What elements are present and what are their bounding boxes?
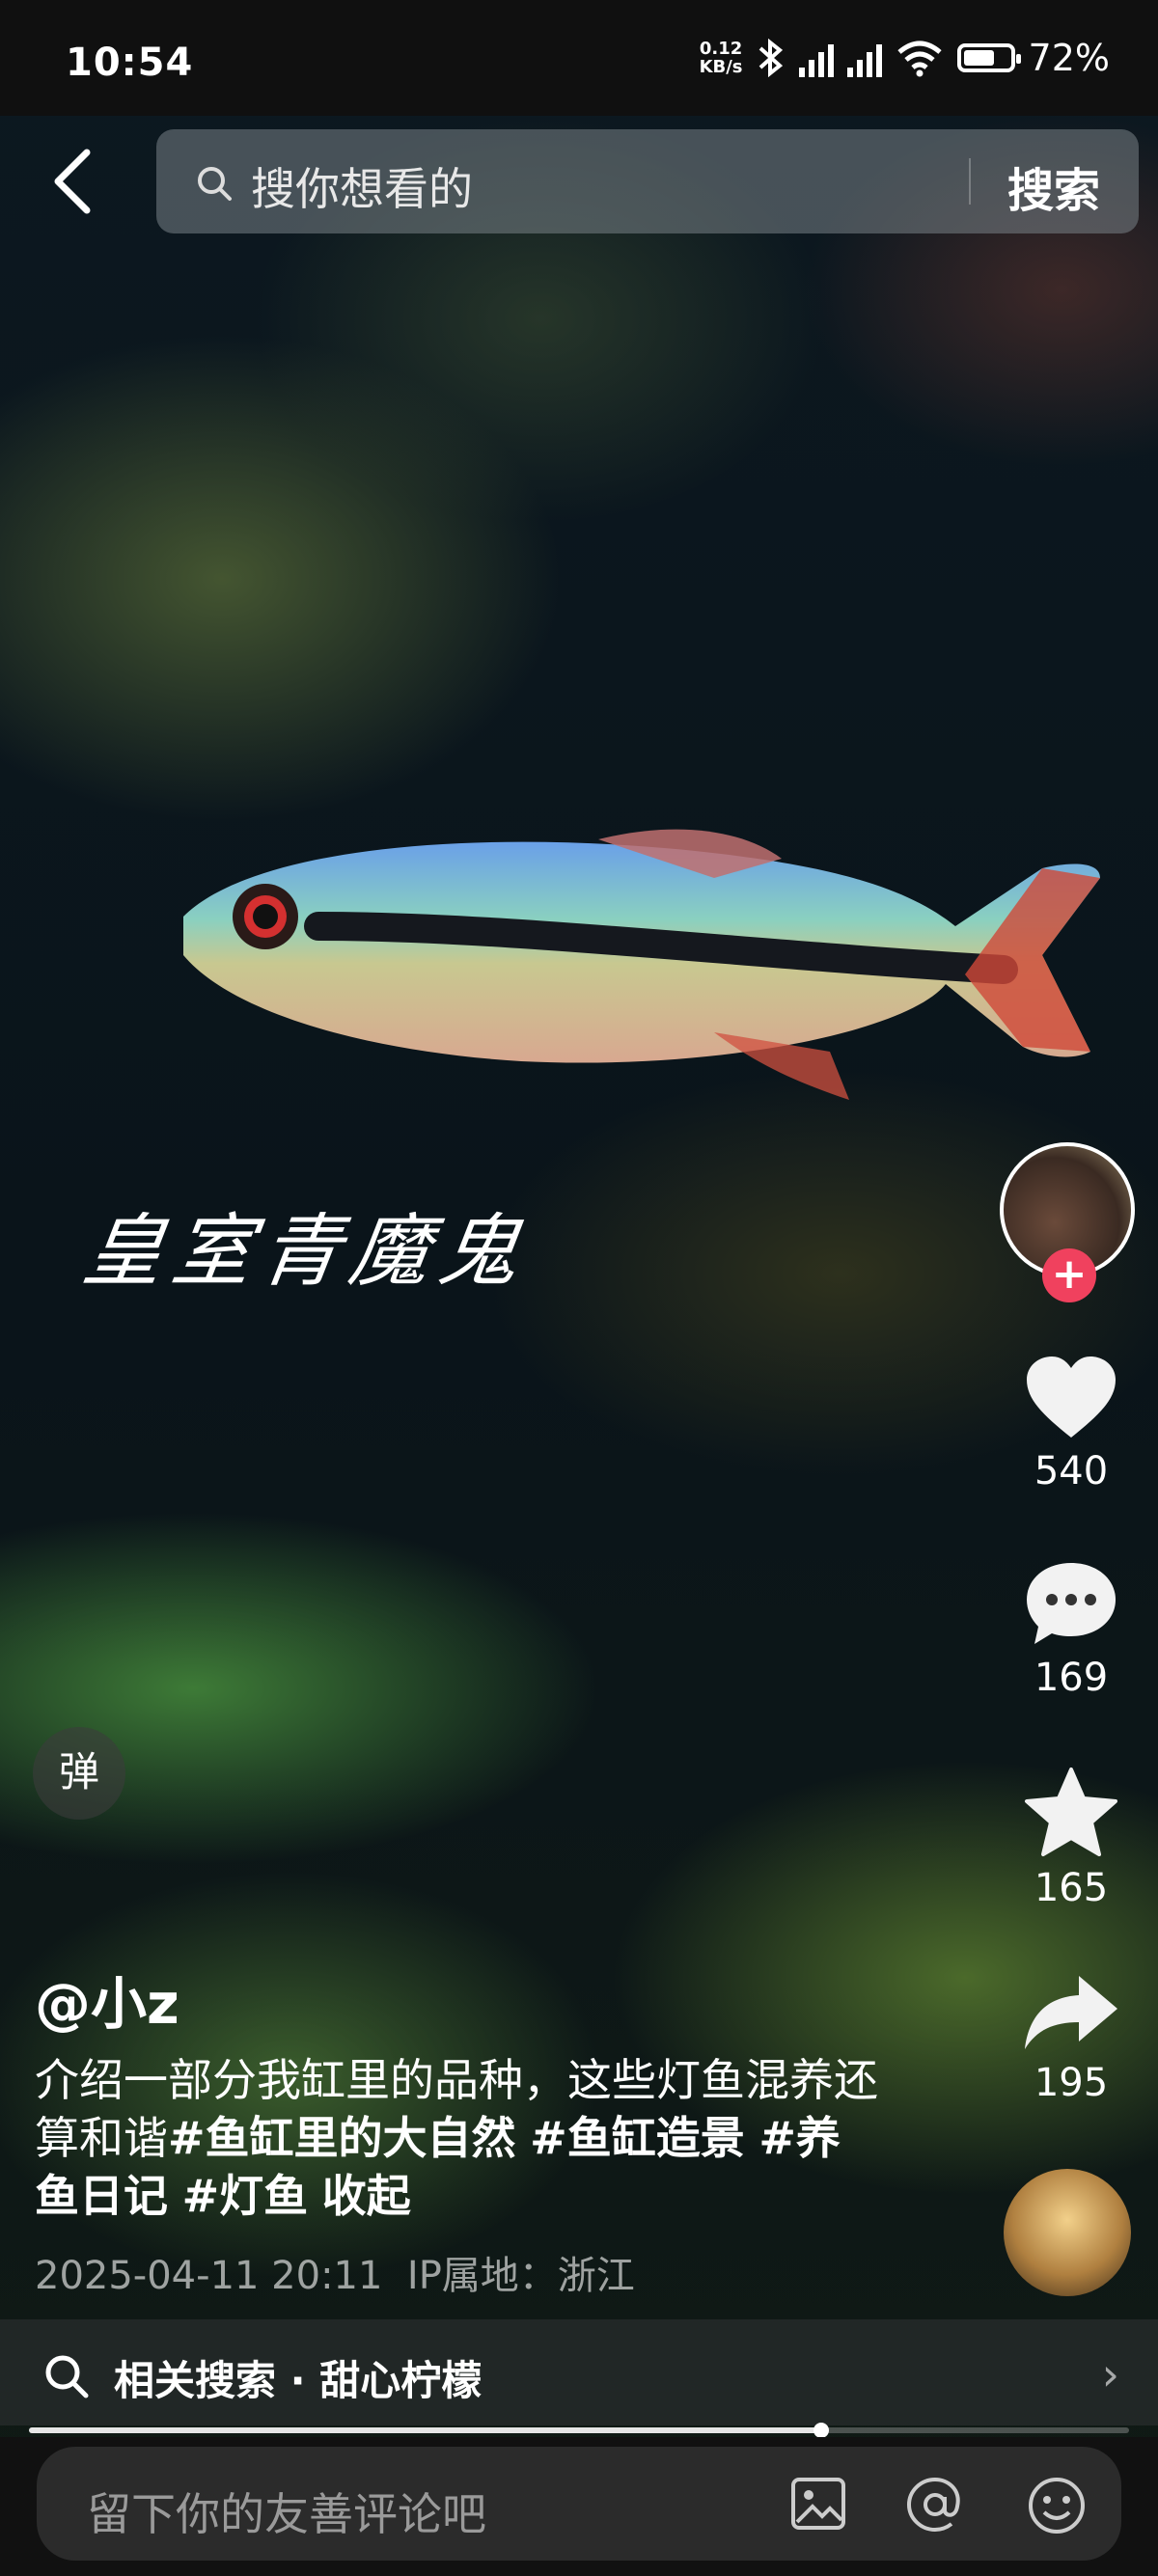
bottom-bar: 留下你的友善评论吧 (0, 2437, 1158, 2576)
wifi-icon (896, 41, 942, 77)
like-count: 540 (1034, 1449, 1109, 1494)
favorite-button[interactable]: 165 (1004, 1766, 1139, 1910)
fish-image (183, 829, 1100, 1100)
post-datetime: 2025-04-11 20:11 (35, 2254, 383, 2298)
signal-icon (846, 39, 882, 77)
network-speed: 0.12 KB/s (699, 39, 743, 77)
search-divider (969, 158, 971, 205)
comment-input[interactable]: 留下你的友善评论吧 (37, 2447, 1121, 2561)
comment-button[interactable]: 169 (1004, 1559, 1139, 1700)
related-search-bar[interactable]: 相关搜索 · 甜心柠檬 › (0, 2319, 1158, 2425)
search-icon (45, 2355, 89, 2398)
hashtag[interactable]: #鱼缸造景 (530, 2112, 745, 2164)
comment-placeholder[interactable]: 留下你的友善评论吧 (87, 2480, 486, 2543)
image-icon[interactable] (789, 2476, 847, 2532)
author-avatar[interactable]: + (1000, 1142, 1135, 1302)
search-bar[interactable]: 搜你想看的 搜索 (156, 129, 1139, 233)
status-time: 10:54 (66, 41, 194, 85)
comment-count: 169 (1034, 1656, 1109, 1700)
progress-fill (29, 2427, 821, 2433)
music-disc[interactable] (1004, 2169, 1131, 2296)
search-button[interactable]: 搜索 (1007, 152, 1100, 220)
author-name[interactable]: @小z (35, 1959, 179, 2040)
bluetooth-icon (758, 39, 783, 77)
search-icon (198, 167, 232, 201)
share-icon (1025, 1976, 1117, 2049)
search-input[interactable]: 搜你想看的 (251, 154, 473, 218)
follow-button[interactable]: + (1042, 1248, 1096, 1302)
hashtag[interactable]: #灯鱼 (182, 2170, 309, 2222)
video-overlay-text: 皇室青魔鬼 (77, 1206, 535, 1298)
post-description: 介绍一部分我缸里的品种，这些灯鱼混养还算和谐#鱼缸里的大自然 #鱼缸造景 #养鱼… (35, 2054, 878, 2222)
signal-icon (798, 39, 834, 77)
star-icon (1025, 1768, 1117, 1856)
danmu-toggle[interactable]: 弹 (33, 1727, 125, 1820)
progress-knob[interactable] (813, 2423, 829, 2438)
status-bar: 10:54 0.12 KB/s 72% (0, 0, 1158, 116)
comment-icon (1027, 1563, 1116, 1644)
ip-location: IP属地：浙江 (406, 2254, 635, 2298)
favorite-count: 165 (1034, 1866, 1109, 1910)
share-count: 195 (1034, 2061, 1109, 2105)
chevron-right-icon[interactable]: › (1102, 2348, 1119, 2400)
related-search-text[interactable]: 相关搜索 · 甜心柠檬 (114, 2348, 482, 2407)
heart-icon (1027, 1357, 1116, 1438)
hashtag[interactable]: #鱼缸里的大自然 (168, 2112, 516, 2164)
post-meta: 2025-04-11 20:11 IP属地：浙江 (35, 2244, 635, 2300)
battery-icon (956, 43, 1021, 72)
collapse-button[interactable]: 收起 (322, 2170, 411, 2222)
share-button[interactable]: 195 (1004, 1972, 1139, 2105)
battery-level: 72% (1028, 37, 1110, 79)
playback-progress[interactable] (29, 2423, 1129, 2438)
back-icon[interactable] (44, 145, 102, 218)
like-button[interactable]: 540 (1004, 1355, 1139, 1494)
emoji-icon[interactable] (1027, 2476, 1087, 2535)
at-icon[interactable] (905, 2476, 965, 2534)
plus-icon: + (1051, 1249, 1088, 1299)
